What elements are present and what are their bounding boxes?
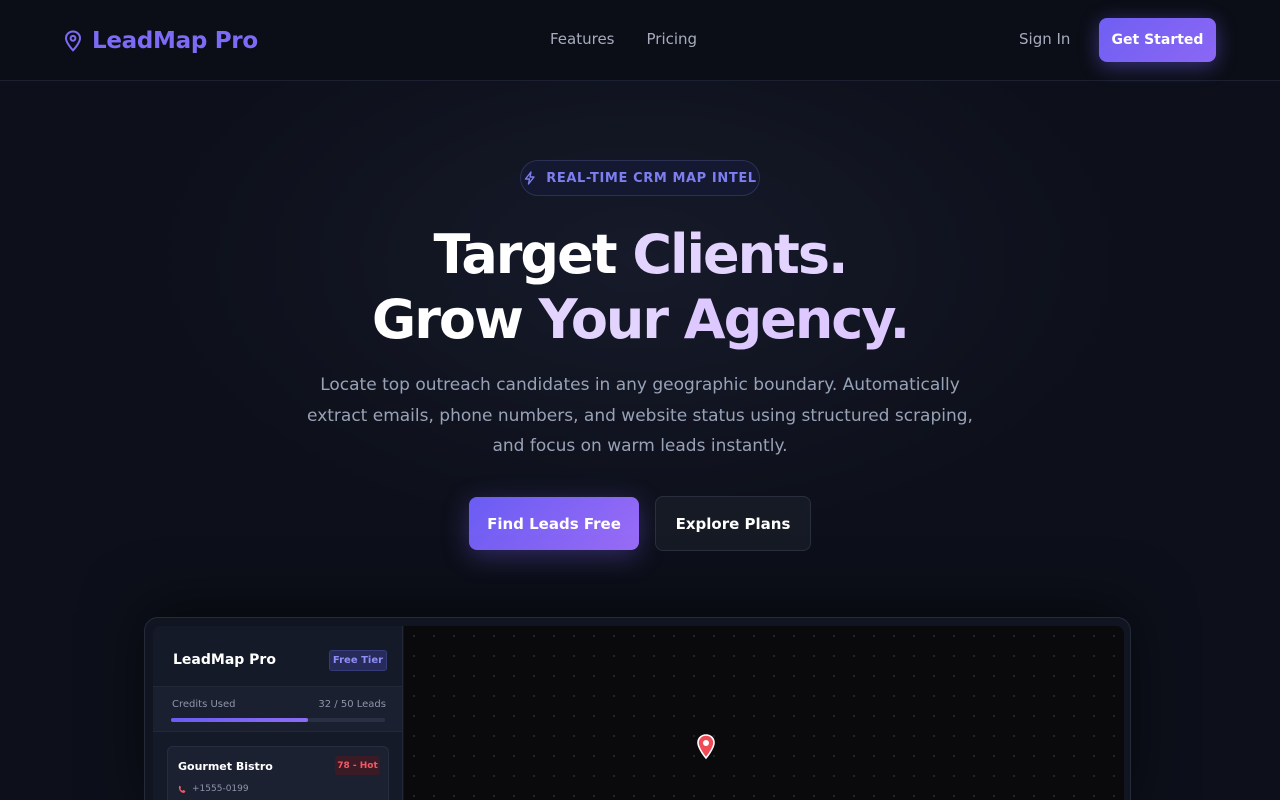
hero-badge: REAL-TIME CRM MAP INTEL <box>520 160 760 196</box>
map-marker-icon[interactable] <box>696 734 716 760</box>
map-canvas[interactable] <box>404 626 1124 800</box>
nav-link-features[interactable]: Features <box>550 30 615 48</box>
nav-links: Features Pricing <box>550 30 697 48</box>
lead-name: Gourmet Bistro <box>178 760 273 773</box>
tier-badge: Free Tier <box>329 650 387 671</box>
preview-app-title: LeadMap Pro <box>173 652 276 668</box>
hero-description: Locate top outreach candidates in any ge… <box>307 375 973 456</box>
sign-in-link[interactable]: Sign In <box>1019 30 1070 48</box>
headline-word-your: Your <box>538 288 684 351</box>
credits-label: Credits Used <box>172 699 236 710</box>
top-navigation: LeadMap Pro Features Pricing Sign In Get… <box>0 0 1280 81</box>
phone-icon <box>178 785 186 793</box>
headline-word-grow: Grow <box>371 288 539 351</box>
hero-headline: Target Clients. Grow Your Agency. <box>0 222 1280 352</box>
preview-sidebar: LeadMap Pro Free Tier Credits Used 32 / … <box>153 626 403 800</box>
brand-name: LeadMap Pro <box>92 28 258 54</box>
hero-badge-label: REAL-TIME CRM MAP INTEL <box>546 170 757 186</box>
lead-card[interactable]: Gourmet Bistro 78 - Hot +1555-0199 <box>167 746 389 800</box>
brand-logo[interactable]: LeadMap Pro <box>64 26 258 56</box>
credits-value: 32 / 50 Leads <box>318 699 386 710</box>
credits-progress-track <box>171 718 385 722</box>
headline-word-target: Target <box>433 223 633 286</box>
explore-plans-button[interactable]: Explore Plans <box>655 496 811 551</box>
lead-phone-number: +1555-0199 <box>192 784 249 794</box>
map-pin-icon <box>64 30 82 52</box>
lead-score-badge: 78 - Hot <box>335 756 380 775</box>
lead-phone: +1555-0199 <box>178 784 249 794</box>
get-started-button[interactable]: Get Started <box>1099 18 1216 62</box>
headline-word-clients: Clients. <box>632 223 848 286</box>
find-leads-free-button[interactable]: Find Leads Free <box>469 497 639 550</box>
headline-word-agency: Agency. <box>683 288 910 351</box>
credits-panel: Credits Used 32 / 50 Leads <box>153 686 402 732</box>
credits-progress-fill <box>171 718 308 722</box>
app-preview: LeadMap Pro Free Tier Credits Used 32 / … <box>144 617 1131 800</box>
nav-link-pricing[interactable]: Pricing <box>647 30 698 48</box>
lightning-bolt-icon <box>525 171 535 185</box>
